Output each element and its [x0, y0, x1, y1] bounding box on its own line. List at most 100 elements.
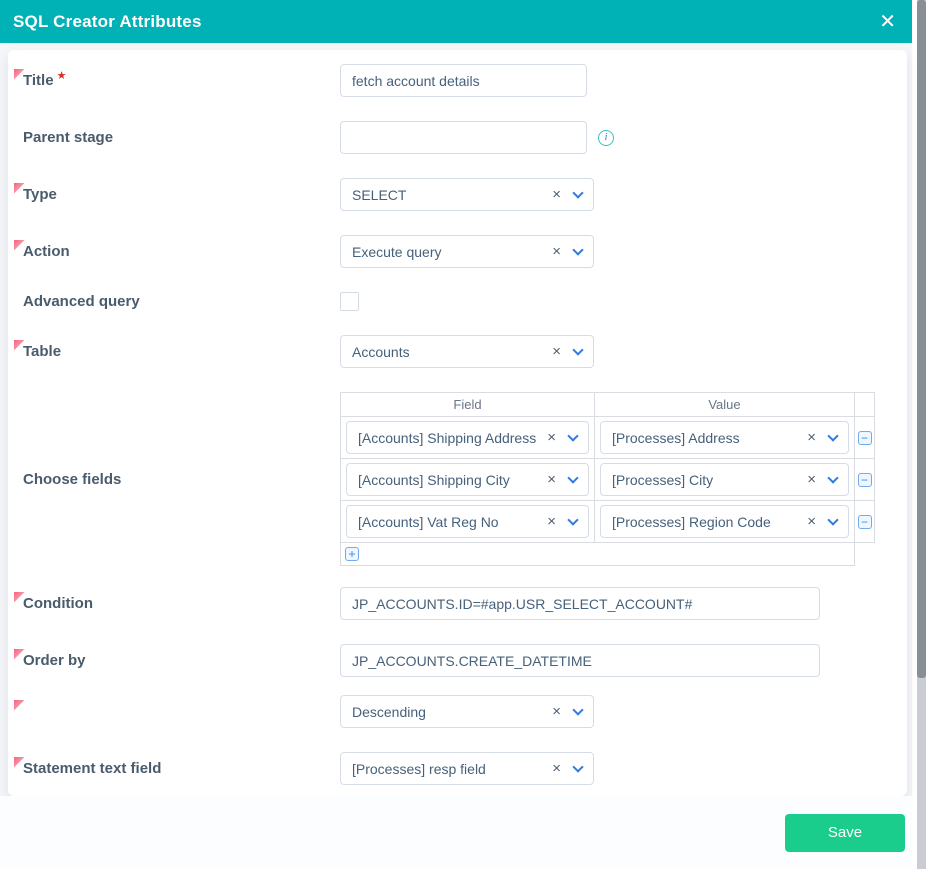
clear-icon[interactable]: ×: [552, 761, 561, 776]
condition-label-group: Condition: [14, 591, 340, 612]
chevron-down-icon: [567, 471, 579, 484]
column-header-value: Value: [594, 392, 855, 417]
add-row-button[interactable]: +: [345, 547, 359, 561]
remove-row-button[interactable]: −: [857, 514, 872, 529]
field-select[interactable]: [Accounts] Shipping Address ×: [346, 421, 589, 454]
clear-icon[interactable]: ×: [552, 704, 561, 719]
chevron-down-icon: [572, 186, 584, 199]
clear-icon[interactable]: ×: [552, 244, 561, 259]
statement-text-field-select-value: [Processes] resp field: [352, 760, 486, 777]
type-select-value: SELECT: [352, 186, 407, 203]
advanced-query-checkbox[interactable]: [340, 292, 359, 311]
clear-icon[interactable]: ×: [547, 514, 556, 529]
type-select[interactable]: SELECT ×: [340, 178, 594, 211]
field-select-value: [Accounts] Vat Reg No: [358, 513, 499, 530]
chevron-down-icon: [572, 243, 584, 256]
table-label: Table: [23, 343, 62, 360]
chevron-down-icon: [827, 513, 839, 526]
close-icon: ✕: [879, 10, 896, 33]
clear-icon[interactable]: ×: [807, 514, 816, 529]
value-select[interactable]: [Processes] Address ×: [600, 421, 849, 454]
empty-cell: [855, 543, 875, 566]
field-row-action: Action Execute query ×: [14, 235, 907, 268]
title-label: Title: [23, 72, 54, 89]
clear-icon[interactable]: ×: [552, 187, 561, 202]
field-row-condition: Condition: [14, 587, 907, 620]
dialog-body: Title ★ Parent stage i Type: [0, 43, 912, 796]
field-row-order-direction: Descending ×: [14, 695, 907, 728]
table-row: [Accounts] Vat Reg No × [Processes] Regi…: [340, 500, 875, 543]
remove-row-button[interactable]: −: [857, 430, 872, 445]
chevron-down-icon: [567, 513, 579, 526]
advanced-query-label: Advanced query: [23, 293, 140, 310]
remove-row-button[interactable]: −: [857, 472, 872, 487]
table-select[interactable]: Accounts ×: [340, 335, 594, 368]
dialog-header: SQL Creator Attributes ✕: [0, 0, 912, 43]
clear-icon[interactable]: ×: [807, 430, 816, 445]
value-select-value: [Processes] Region Code: [612, 513, 771, 530]
action-label: Action: [23, 243, 70, 260]
advanced-query-label-group: Advanced query: [14, 293, 340, 310]
field-select[interactable]: [Accounts] Shipping City ×: [346, 463, 589, 496]
value-select-value: [Processes] City: [612, 471, 714, 488]
title-label-group: Title ★: [14, 68, 340, 89]
column-header-actions: [854, 392, 875, 417]
required-star-icon: ★: [56, 70, 67, 82]
minus-icon: −: [860, 514, 868, 529]
statement-text-field-label-group: Statement text field: [14, 756, 340, 777]
choose-fields-label-group: Choose fields: [14, 471, 340, 488]
clear-icon[interactable]: ×: [552, 344, 561, 359]
required-flag-icon: [14, 699, 25, 711]
field-row-choose-fields: Choose fields Field Value [Accounts] Shi…: [14, 392, 907, 566]
field-row-title: Title ★: [14, 64, 907, 97]
clear-icon[interactable]: ×: [547, 430, 556, 445]
parent-stage-label: Parent stage: [23, 129, 114, 146]
condition-label: Condition: [23, 595, 93, 612]
value-select[interactable]: [Processes] Region Code ×: [600, 505, 849, 538]
statement-text-field-select[interactable]: [Processes] resp field ×: [340, 752, 594, 785]
minus-icon: −: [860, 430, 868, 445]
order-by-label: Order by: [23, 652, 86, 669]
form-card: Title ★ Parent stage i Type: [8, 50, 907, 796]
table-row: [Accounts] Shipping Address × [Processes…: [340, 416, 875, 459]
scrollbar-track[interactable]: [917, 0, 926, 869]
parent-stage-input[interactable]: [340, 121, 587, 154]
order-direction-select-value: Descending: [352, 703, 426, 720]
parent-stage-label-group: Parent stage: [14, 129, 340, 146]
chevron-down-icon: [827, 429, 839, 442]
chevron-down-icon: [567, 429, 579, 442]
table-add-row: +: [340, 542, 875, 566]
info-icon[interactable]: i: [598, 129, 614, 146]
close-button[interactable]: ✕: [879, 12, 896, 32]
order-direction-select[interactable]: Descending ×: [340, 695, 594, 728]
value-select[interactable]: [Processes] City ×: [600, 463, 849, 496]
action-select-value: Execute query: [352, 243, 442, 260]
clear-icon[interactable]: ×: [547, 472, 556, 487]
value-select-value: [Processes] Address: [612, 429, 740, 446]
field-row-advanced-query: Advanced query: [14, 292, 907, 311]
table-header-row: Field Value: [340, 392, 875, 417]
condition-input[interactable]: [340, 587, 820, 620]
table-select-value: Accounts: [352, 343, 410, 360]
field-select-value: [Accounts] Shipping City: [358, 471, 510, 488]
type-label: Type: [23, 186, 57, 203]
scrollbar-thumb[interactable]: [917, 0, 926, 678]
chevron-down-icon: [572, 343, 584, 356]
choose-fields-label: Choose fields: [23, 470, 122, 488]
choose-fields-table: Field Value [Accounts] Shipping Address …: [340, 392, 875, 566]
minus-icon: −: [860, 472, 868, 487]
dialog-title: SQL Creator Attributes: [13, 11, 202, 31]
action-label-group: Action: [14, 239, 340, 260]
table-label-group: Table: [14, 339, 340, 360]
chevron-down-icon: [572, 703, 584, 716]
table-row: [Accounts] Shipping City × [Processes] C…: [340, 458, 875, 501]
save-button[interactable]: Save: [785, 813, 905, 852]
type-label-group: Type: [14, 182, 340, 203]
field-select[interactable]: [Accounts] Vat Reg No ×: [346, 505, 589, 538]
order-by-input[interactable]: [340, 644, 820, 677]
action-select[interactable]: Execute query ×: [340, 235, 594, 268]
statement-text-field-label: Statement text field: [23, 760, 162, 777]
title-input[interactable]: [340, 64, 587, 97]
column-header-field: Field: [340, 392, 595, 417]
clear-icon[interactable]: ×: [807, 472, 816, 487]
